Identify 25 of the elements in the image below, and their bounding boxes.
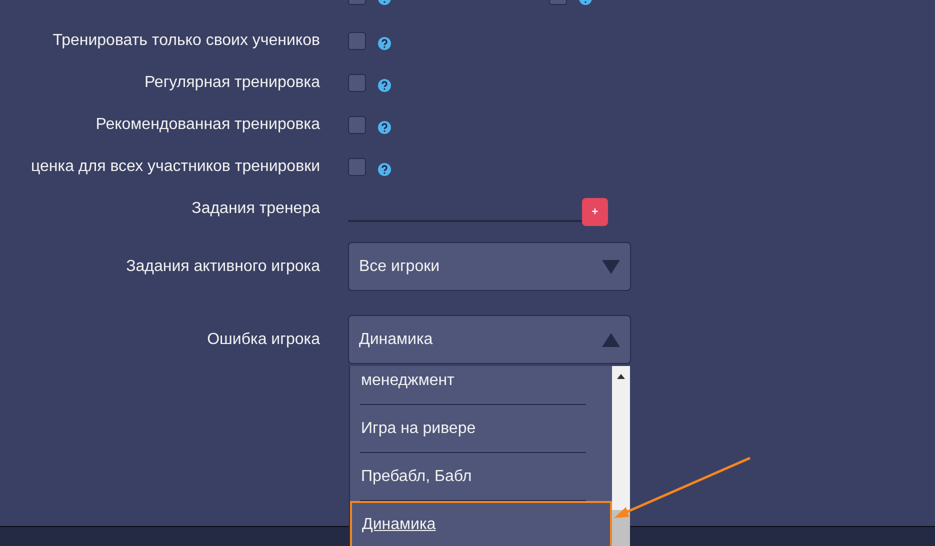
dropdown-option[interactable]: менеджмент	[350, 366, 612, 404]
help-icon[interactable]	[378, 36, 391, 50]
help-icon[interactable]	[378, 162, 391, 176]
field-label: Задания тренера	[190, 200, 320, 218]
add-button[interactable]: +	[582, 198, 608, 226]
checkbox[interactable]	[348, 74, 366, 92]
dropdown-option[interactable]: Игра на ривере	[350, 405, 612, 452]
field-label: Регулярная тренировка	[143, 74, 320, 92]
scrollbar[interactable]	[612, 366, 630, 546]
field-label: Ошибка игрока	[206, 330, 320, 348]
scroll-up-icon[interactable]	[617, 374, 625, 379]
caret-up-icon	[602, 332, 620, 346]
checkbox[interactable]	[348, 158, 366, 176]
caret-down-icon	[602, 260, 620, 274]
select-field[interactable]: Все игроки	[348, 242, 631, 291]
field-label: Тренировать только своих учеников	[52, 32, 320, 50]
help-icon[interactable]	[378, 78, 391, 92]
dropdown-option[interactable]: Пребабл, Бабл	[350, 453, 612, 500]
help-icon[interactable]	[378, 120, 391, 134]
checkbox[interactable]	[348, 116, 366, 134]
field-label: Рекомендованная тренировка	[94, 116, 320, 134]
field-label: ценка для всех участников тренировки	[30, 158, 320, 176]
field-label: Задания активного игрока	[125, 258, 320, 276]
select-field[interactable]: Динамика	[348, 315, 631, 364]
checkbox[interactable]	[348, 32, 366, 50]
